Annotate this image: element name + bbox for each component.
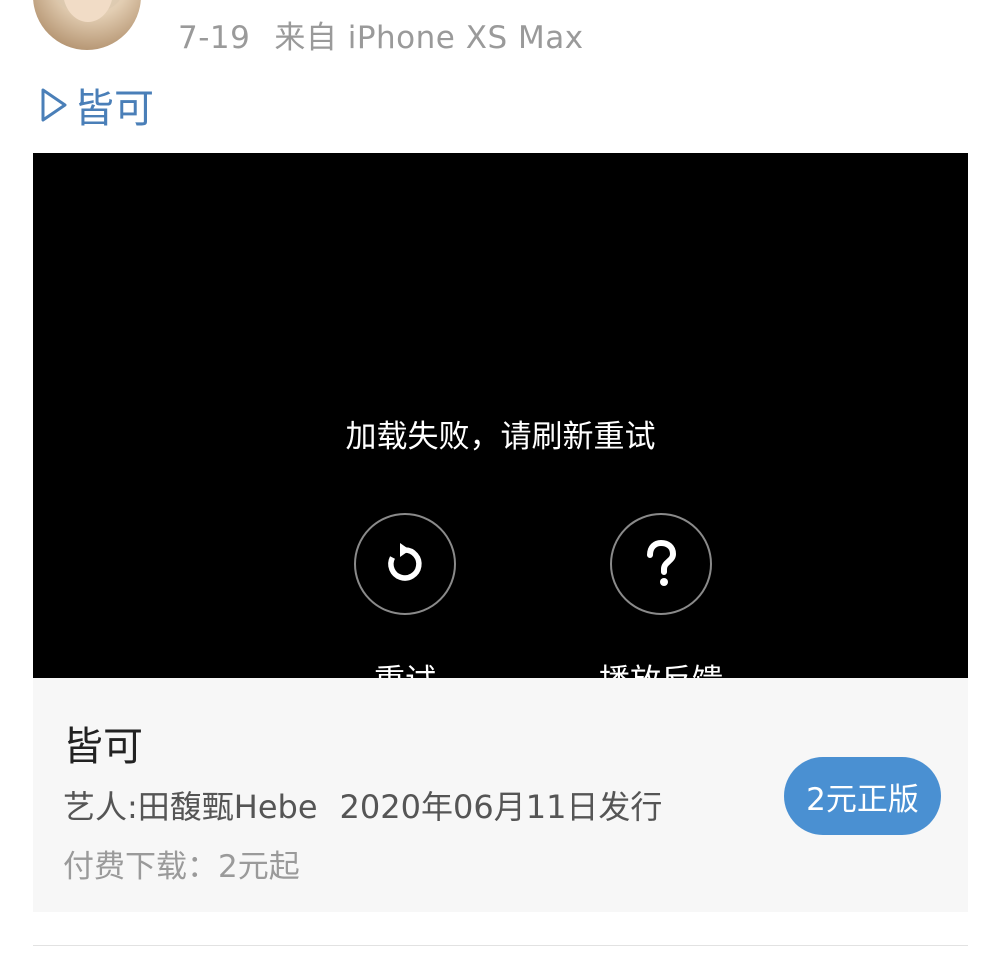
retry-circle: [354, 513, 456, 615]
video-player[interactable]: 加载失败，请刷新重试 重试 播放反馈: [33, 153, 968, 699]
avatar[interactable]: [33, 0, 141, 50]
question-icon: [647, 539, 677, 586]
release-date: 2020年06月11日发行: [339, 788, 663, 826]
retry-button[interactable]: 重试: [305, 513, 505, 700]
weibo-post: 7-19 来自 iPhone XS Max 皆可 加载失败，请刷新重试 重试: [0, 0, 1000, 969]
retry-icon: [388, 543, 422, 581]
divider: [33, 945, 968, 946]
feedback-circle: [610, 513, 712, 615]
post-source[interactable]: 来自 iPhone XS Max: [274, 20, 583, 56]
song-title: 皆可: [63, 724, 143, 770]
feedback-button[interactable]: 播放反馈: [561, 513, 761, 700]
song-info: 艺人:田馥甄Hebe 2020年06月11日发行: [63, 782, 662, 828]
buy-button[interactable]: 2元正版: [784, 757, 941, 835]
price-note: 付费下载：2元起: [63, 849, 300, 885]
artist-name: 艺人:田馥甄Hebe: [63, 788, 318, 826]
error-message: 加载失败，请刷新重试: [345, 419, 656, 455]
music-link[interactable]: 皆可: [40, 80, 154, 132]
post-time: 7-19: [178, 20, 251, 56]
play-outline-icon: [41, 88, 67, 122]
post-meta: 7-19 来自 iPhone XS Max: [178, 12, 584, 57]
avatar-face: [63, 0, 113, 22]
music-card[interactable]: 皆可 艺人:田馥甄Hebe 2020年06月11日发行 付费下载：2元起 2元正版: [33, 678, 968, 912]
music-link-label: 皆可: [74, 86, 154, 132]
